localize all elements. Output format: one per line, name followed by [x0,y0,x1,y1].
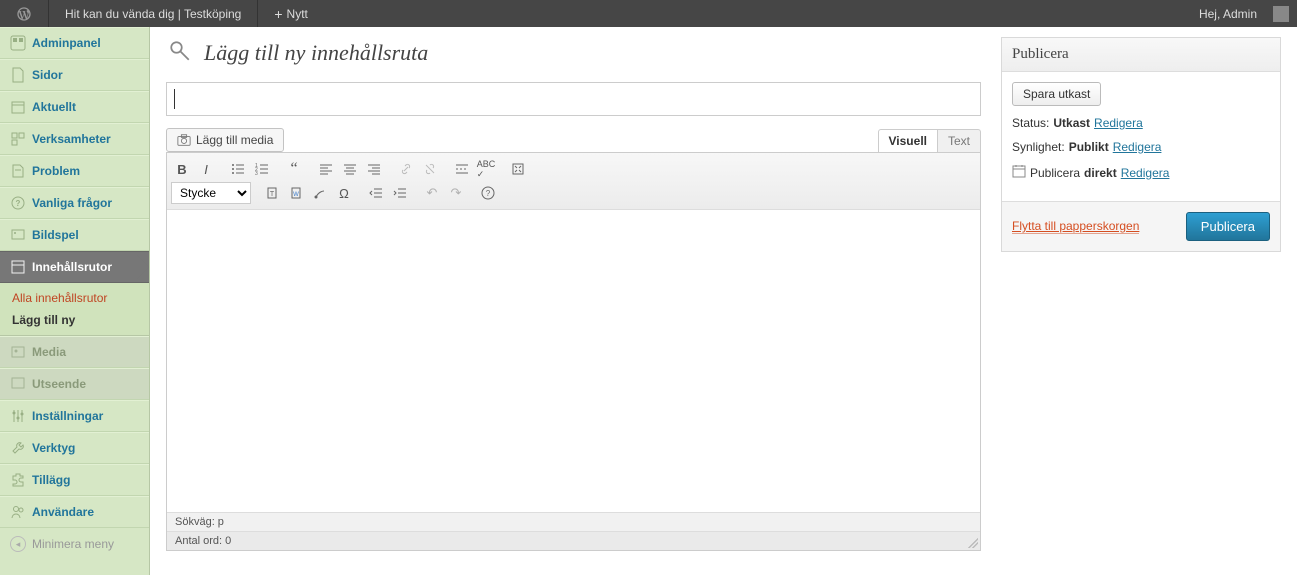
help-button[interactable]: ? [477,182,499,204]
editor-container: B I 123 “ [166,152,981,551]
fullscreen-button[interactable] [507,158,529,180]
align-center-button[interactable] [339,158,361,180]
svg-text:?: ? [486,189,491,198]
sidebar-item-bildspel[interactable]: Bildspel [0,219,149,251]
avatar[interactable] [1273,6,1289,22]
wp-logo-icon[interactable] [8,6,40,22]
editor-canvas[interactable] [167,210,980,512]
clear-format-button[interactable] [309,182,331,204]
publish-button[interactable]: Publicera [1186,212,1270,241]
svg-text:T: T [270,191,275,198]
sidebar-item-tillagg[interactable]: Tillägg [0,464,149,496]
format-dropdown[interactable]: Stycke [171,182,251,204]
spellcheck-button[interactable]: ABC✓ [475,158,497,180]
italic-button[interactable]: I [195,158,217,180]
greeting-link[interactable]: Hej, Admin [1191,7,1265,21]
sidebar-item-anvandare[interactable]: Användare [0,496,149,528]
more-button[interactable] [451,158,473,180]
indent-button[interactable] [389,182,411,204]
unlink-button[interactable] [419,158,441,180]
publish-box: Publicera Spara utkast Status: Utkast Re… [1001,37,1281,252]
svg-text:3: 3 [255,171,258,176]
sidebar-item-installningar[interactable]: Inställningar [0,400,149,432]
paste-word-button[interactable]: W [285,182,307,204]
outdent-button[interactable] [365,182,387,204]
align-right-button[interactable] [363,158,385,180]
bold-button[interactable]: B [171,158,193,180]
submenu-add-new[interactable]: Lägg till ny [0,309,149,331]
move-to-trash-link[interactable]: Flytta till papperskorgen [1012,219,1139,234]
tab-visual[interactable]: Visuell [878,129,938,152]
editor-path: Sökväg: p [167,512,980,531]
sidebar-item-utseende[interactable]: Utseende [0,368,149,400]
plus-icon: + [274,6,282,22]
sidebar-item-vanliga-fragor[interactable]: ?Vanliga frågor [0,187,149,219]
sidebar-item-verktyg[interactable]: Verktyg [0,432,149,464]
bullet-list-button[interactable] [227,158,249,180]
submenu-all[interactable]: Alla innehållsrutor [0,287,149,309]
sidebar-item-innehallsrutor[interactable]: Innehållsrutor [0,251,149,283]
redo-button[interactable]: ↷ [445,182,467,204]
svg-text:?: ? [16,199,21,208]
blockquote-button[interactable]: “ [283,158,305,180]
sidebar-item-verksamheter[interactable]: Verksamheter [0,123,149,155]
admin-bar: Hit kan du vända dig | Testköping + Nytt… [0,0,1297,27]
site-title-link[interactable]: Hit kan du vända dig | Testköping [57,7,249,21]
publish-box-title: Publicera [1002,38,1280,72]
collapse-menu[interactable]: ◂Minimera meny [0,528,149,560]
admin-sidebar: Adminpanel Sidor Aktuellt Verksamheter P… [0,27,150,575]
pin-icon [166,37,194,68]
sidebar-item-sidor[interactable]: Sidor [0,59,149,91]
edit-visibility-link[interactable]: Redigera [1113,140,1162,154]
add-media-button[interactable]: Lägg till media [166,128,284,152]
align-left-button[interactable] [315,158,337,180]
collapse-arrow-icon: ◂ [10,536,26,552]
edit-schedule-link[interactable]: Redigera [1121,166,1170,180]
sidebar-item-media[interactable]: Media [0,336,149,368]
special-char-button[interactable]: Ω [333,182,355,204]
undo-button[interactable]: ↶ [421,182,443,204]
save-draft-button[interactable]: Spara utkast [1012,82,1101,106]
new-menu[interactable]: + Nytt [266,6,316,22]
page-heading: Lägg till ny innehållsruta [204,40,428,66]
post-title-input[interactable] [166,82,981,116]
sidebar-item-adminpanel[interactable]: Adminpanel [0,27,149,59]
sidebar-item-problem[interactable]: Problem [0,155,149,187]
tab-text[interactable]: Text [938,129,981,152]
numbered-list-button[interactable]: 123 [251,158,273,180]
sidebar-item-aktuellt[interactable]: Aktuellt [0,91,149,123]
sidebar-submenu: Alla innehållsrutor Lägg till ny [0,283,149,336]
camera-icon [177,133,191,147]
paste-text-button[interactable]: T [261,182,283,204]
svg-text:W: W [293,192,299,198]
word-count: Antal ord: 0 [167,531,980,550]
edit-status-link[interactable]: Redigera [1094,116,1143,130]
calendar-icon [1012,164,1026,181]
text-cursor [174,89,175,109]
link-button[interactable] [395,158,417,180]
